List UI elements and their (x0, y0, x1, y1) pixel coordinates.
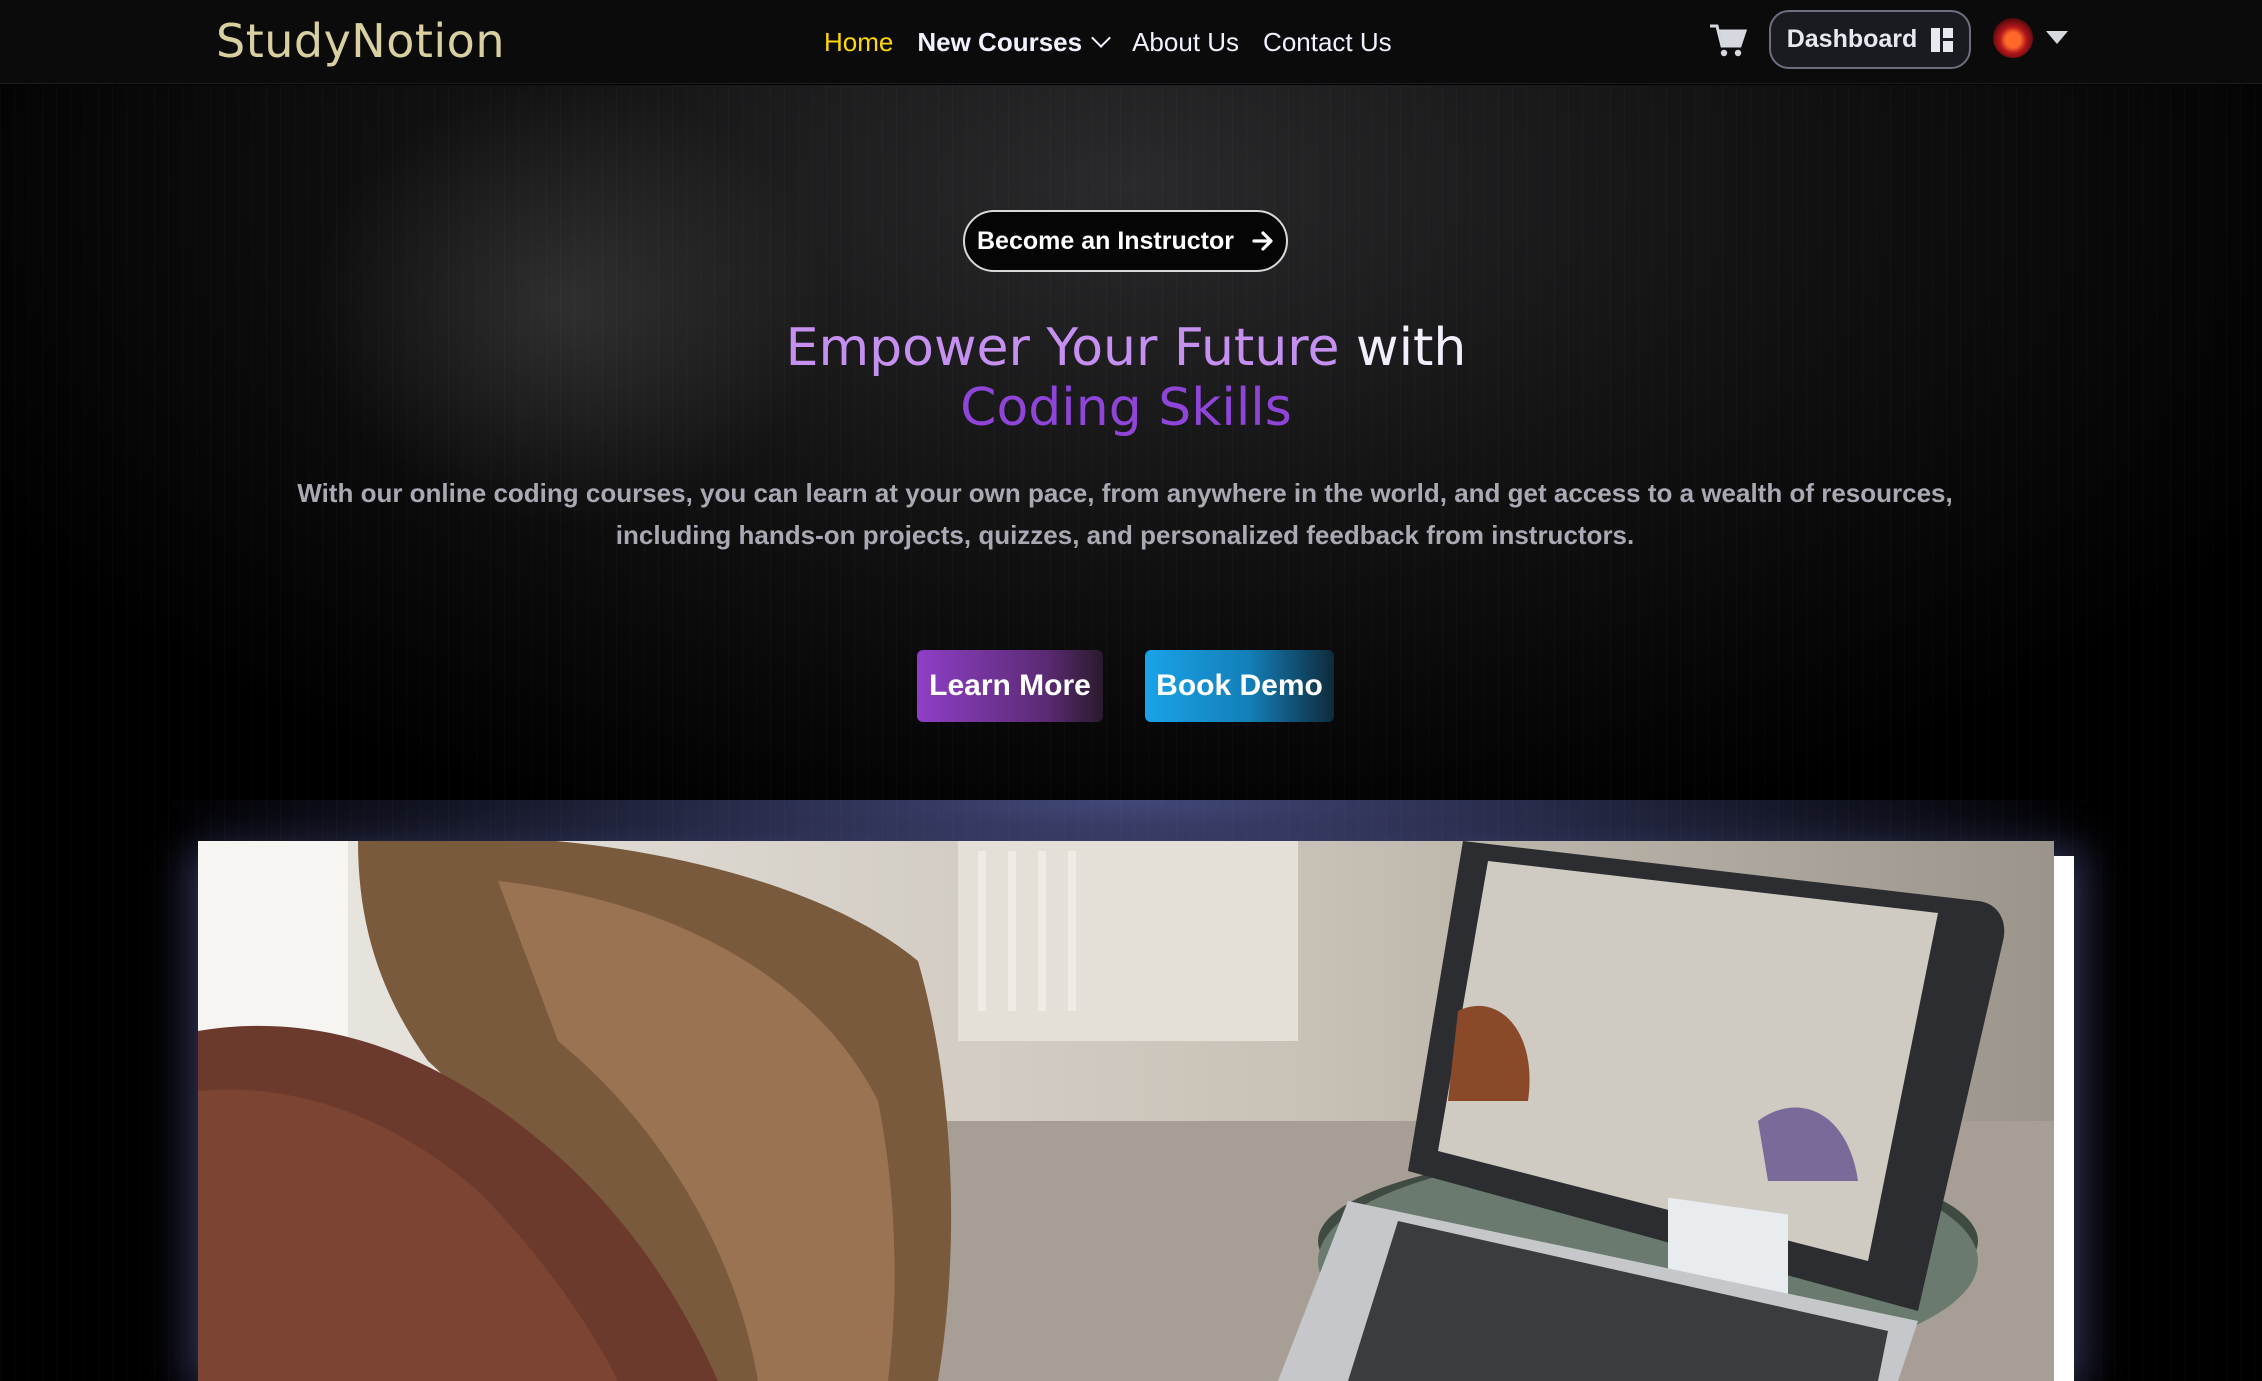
become-instructor-button[interactable]: Become an Instructor (963, 210, 1288, 272)
nav-links: Home New Courses About Us Contact Us (824, 0, 1416, 84)
headline-line2: Coding Skills (960, 378, 1292, 438)
video-player[interactable] (198, 841, 2054, 1381)
avatar[interactable] (1993, 18, 2033, 58)
arrow-right-icon (1252, 231, 1273, 251)
nav-link-new-courses-label: New Courses (917, 26, 1083, 57)
caret-down-icon[interactable] (2046, 31, 2068, 44)
become-instructor-label: Become an Instructor (976, 226, 1234, 255)
nav-link-about[interactable]: About Us (1132, 27, 1239, 58)
nav-link-contact[interactable]: Contact Us (1263, 27, 1392, 58)
dashboard-button[interactable]: Dashboard (1769, 10, 1971, 69)
video-frame (198, 841, 2054, 1381)
navbar: StudyNotion Home New Courses About Us Co… (0, 0, 2262, 84)
cart-icon[interactable] (1708, 20, 1748, 60)
chevron-down-icon (1091, 28, 1111, 48)
logo[interactable]: StudyNotion (216, 14, 505, 68)
layout-icon (1931, 27, 1954, 52)
dashboard-label: Dashboard (1786, 25, 1918, 53)
nav-link-home[interactable]: Home (824, 27, 893, 58)
headline-part1: Empower Your Future (785, 318, 1340, 378)
headline-part2: with (1339, 318, 1467, 378)
hero-subtext: With our online coding courses, you can … (297, 478, 1953, 550)
learn-more-button[interactable]: Learn More (917, 650, 1103, 722)
hero-headline: Empower Your Future with Coding Skills (0, 318, 2252, 438)
book-demo-button[interactable]: Book Demo (1145, 650, 1334, 722)
nav-link-new-courses[interactable]: New Courses (917, 26, 1111, 58)
